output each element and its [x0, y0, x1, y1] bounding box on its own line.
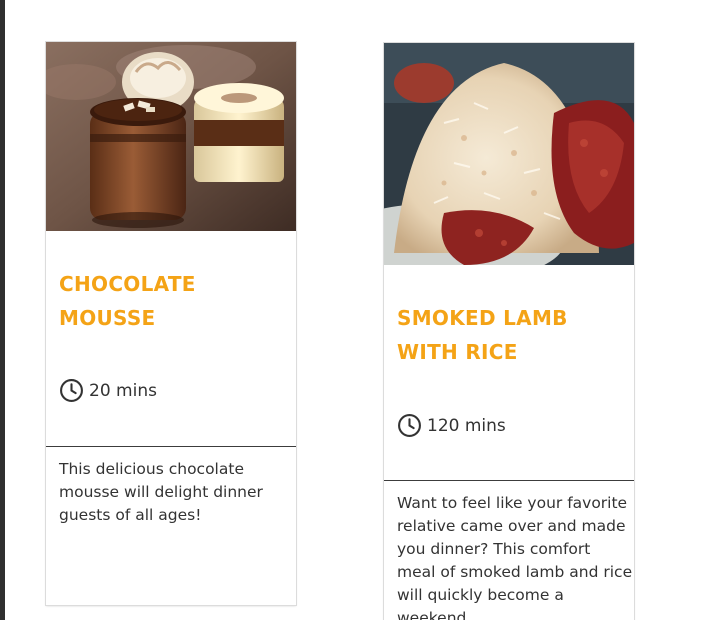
- divider: [384, 480, 634, 481]
- recipe-card-smoked-lamb[interactable]: SMOKED LAMB WITH RICE 120 mins Want to f…: [384, 43, 634, 620]
- recipe-photo: [384, 43, 634, 265]
- clock-icon: [60, 379, 83, 402]
- cook-time-label: 120 mins: [427, 415, 506, 436]
- cook-time: 120 mins: [397, 413, 506, 438]
- recipe-photo: [46, 42, 296, 231]
- cook-time: 20 mins: [59, 378, 157, 403]
- recipe-description: This delicious chocolate mousse will del…: [59, 460, 263, 524]
- recipe-description: Want to feel like your favorite relative…: [397, 494, 633, 620]
- recipe-title[interactable]: SMOKED LAMB WITH RICE: [397, 301, 629, 369]
- cook-time-label: 20 mins: [89, 380, 157, 401]
- clock-icon: [398, 414, 421, 437]
- window-edge: [0, 0, 5, 620]
- recipe-card-chocolate-mousse[interactable]: CHOCOLATE MOUSSE 20 mins This delicious …: [46, 42, 296, 605]
- recipe-title[interactable]: CHOCOLATE MOUSSE: [59, 267, 291, 335]
- divider: [46, 446, 296, 447]
